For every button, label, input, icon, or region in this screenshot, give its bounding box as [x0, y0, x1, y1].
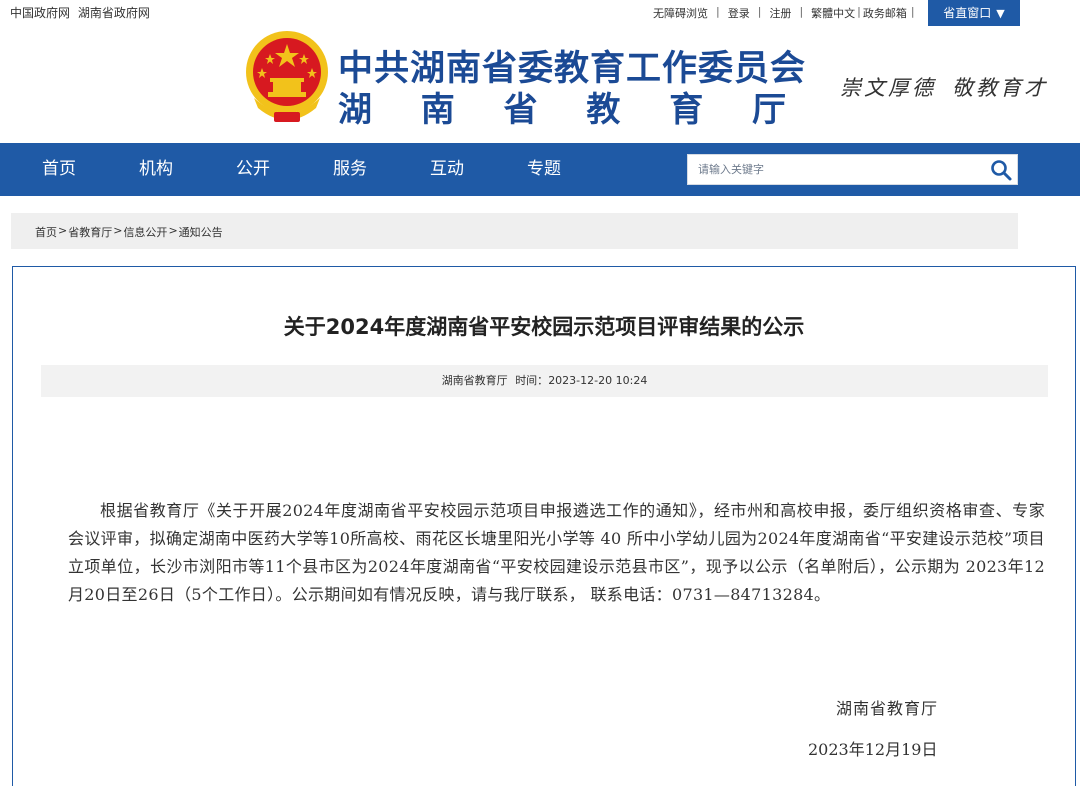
motto-calligraphy: 崇文厚德 敬教育才 — [840, 72, 1048, 102]
article-time-label: 时间： — [515, 374, 549, 387]
nav-item-interaction[interactable]: 互动 — [430, 143, 464, 196]
article-time: 2023-12-20 10:24 — [548, 374, 648, 387]
breadcrumb-notices[interactable]: 通知公告 — [179, 224, 223, 240]
link-login[interactable]: 登录 — [728, 5, 750, 21]
province-window-label: 省直窗口 — [943, 6, 992, 20]
motto-part: 敬教育才 — [952, 76, 1048, 100]
tower-skyline-decoration — [14, 54, 220, 140]
article-container: 关于2024年度湖南省平安校园示范项目评审结果的公示 湖南省教育厅 时间：202… — [12, 266, 1076, 786]
breadcrumb-home[interactable]: 首页 — [35, 224, 57, 240]
link-hunan-gov[interactable]: 湖南省政府网 — [78, 6, 150, 20]
breadcrumb-education-dept[interactable]: 省教育厅 — [68, 224, 112, 240]
nav-item-disclosure[interactable]: 公开 — [236, 143, 270, 196]
separator: | — [757, 5, 762, 18]
motto-part: 崇文厚德 — [840, 76, 936, 100]
article-meta: 湖南省教育厅 时间：2023-12-20 10:24 — [41, 365, 1048, 397]
gov-links: 中国政府网 湖南省政府网 — [10, 4, 154, 21]
article-source: 湖南省教育厅 — [441, 374, 508, 387]
search-icon[interactable] — [989, 158, 1013, 182]
utility-links: 无障碍浏览 | 登录 | 注册 | 繁體中文 | 政务邮箱 | — [653, 5, 919, 21]
breadcrumb-separator: > — [113, 224, 123, 237]
nav-item-service[interactable]: 服务 — [333, 143, 367, 196]
national-emblem-icon — [246, 31, 328, 122]
nav-item-organization[interactable]: 机构 — [139, 143, 173, 196]
link-register[interactable]: 注册 — [769, 5, 791, 21]
breadcrumb: 首页 > 省教育厅 > 信息公开 > 通知公告 — [35, 224, 223, 240]
top-utility-bar: 中国政府网 湖南省政府网 无障碍浏览 | 登录 | 注册 | 繁體中文 | 政务… — [0, 0, 1080, 26]
nav-item-topics[interactable]: 专题 — [527, 143, 561, 196]
dept-title-char: 南 — [420, 90, 455, 130]
search-input[interactable] — [688, 155, 978, 184]
dept-title-char: 育 — [669, 90, 704, 130]
dept-title-char: 教 — [586, 90, 621, 130]
nav-item-home[interactable]: 首页 — [42, 143, 76, 196]
dept-title-char: 省 — [503, 90, 538, 130]
link-accessibility[interactable]: 无障碍浏览 — [653, 5, 708, 21]
link-traditional-chinese[interactable]: 繁體中文 — [811, 5, 855, 21]
province-window-dropdown[interactable]: 省直窗口 ▼ — [928, 0, 1020, 26]
article-signature-date: 2023年12月19日 — [808, 740, 938, 759]
article-title: 关于2024年度湖南省平安校园示范项目评审结果的公示 — [283, 315, 805, 339]
article-signature-org: 湖南省教育厅 — [836, 699, 939, 718]
link-china-gov[interactable]: 中国政府网 — [10, 6, 70, 20]
link-gov-mail[interactable]: 政务邮箱 — [863, 5, 907, 21]
search-box — [687, 154, 1018, 185]
breadcrumb-separator: > — [58, 224, 68, 237]
dept-title-char: 湖 — [338, 90, 372, 130]
dept-title-char: 厅 — [751, 90, 786, 130]
article-body: 根据省教育厅《关于开展2024年度湖南省平安校园示范项目申报遴选工作的通知》，经… — [68, 501, 1045, 604]
separator: | — [799, 5, 804, 18]
separator: | — [857, 5, 861, 18]
breadcrumb-bar: 首页 > 省教育厅 > 信息公开 > 通知公告 — [11, 213, 1018, 249]
dept-title: 湖 南 省 教 育 厅 — [338, 82, 786, 131]
caret-down-icon: ▼ — [996, 7, 1005, 20]
separator: | — [716, 5, 720, 18]
separator: | — [910, 5, 915, 18]
breadcrumb-separator: > — [168, 224, 178, 237]
breadcrumb-info-disclosure[interactable]: 信息公开 — [123, 224, 167, 240]
